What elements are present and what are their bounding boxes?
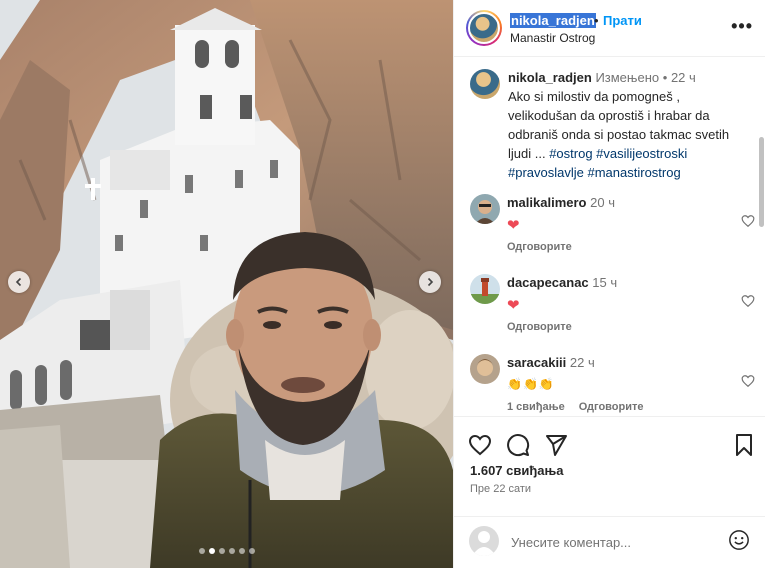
comment-username[interactable]: dacapecanac	[507, 275, 589, 290]
author-username[interactable]: nikola_radjen	[510, 13, 596, 28]
carousel-dot	[228, 548, 235, 554]
save-bookmark-icon[interactable]	[732, 433, 756, 457]
comment-username[interactable]: saracakiii	[507, 355, 566, 370]
carousel-dot	[208, 548, 215, 554]
share-icon[interactable]	[544, 433, 568, 457]
post-side-panel: nikola_radjen • Прати Manastir Ostrog ••…	[453, 0, 765, 568]
carousel-next-button[interactable]	[419, 271, 441, 293]
post-location[interactable]: Manastir Ostrog	[510, 31, 595, 45]
like-comment-icon[interactable]	[741, 214, 755, 228]
comment-username[interactable]: malikalimero	[507, 195, 587, 210]
likes-count[interactable]: 1.607 свиђања	[470, 463, 564, 478]
comment-time[interactable]: 15 ч	[592, 275, 617, 290]
reply-button[interactable]: Одговорите	[507, 321, 572, 333]
comment-likes-count[interactable]: 1 свиђање	[507, 401, 565, 413]
post-timestamp: Пре 22 сати	[470, 483, 532, 495]
author-avatar[interactable]	[466, 10, 502, 46]
carousel-dot	[238, 548, 245, 554]
comments-section: nikola_radjen Измењено • 22 ч Ako si mil…	[454, 57, 765, 415]
emoji-icon[interactable]	[728, 529, 750, 551]
caption-time[interactable]: 22 ч	[671, 70, 696, 85]
follow-button[interactable]: Прати	[603, 13, 642, 28]
current-user-avatar	[469, 526, 499, 556]
chevron-right-icon	[427, 277, 434, 287]
comment-input[interactable]	[509, 529, 723, 555]
post-actions: 1.607 свиђања Пре 22 сати	[454, 416, 765, 517]
like-icon[interactable]	[468, 433, 492, 457]
comment-avatar[interactable]	[470, 194, 500, 224]
comment-avatar[interactable]	[470, 354, 500, 384]
separator-dot: •	[594, 13, 599, 28]
carousel-indicator	[0, 548, 453, 554]
like-comment-icon[interactable]	[741, 374, 755, 388]
post-header: nikola_radjen • Прати Manastir Ostrog ••…	[454, 0, 765, 57]
caption-avatar[interactable]	[470, 69, 500, 99]
chevron-left-icon	[15, 277, 22, 287]
caption-edited: Измењено	[595, 70, 660, 85]
carousel-dot	[248, 548, 255, 554]
like-comment-icon[interactable]	[741, 294, 755, 308]
heart-icon: ❤	[507, 217, 520, 234]
photo-image	[0, 0, 453, 568]
heart-icon: ❤	[507, 297, 520, 314]
comment-item: saracakiii 22 ч 👏👏👏 1 свиђање Одговорите	[470, 354, 755, 415]
carousel-prev-button[interactable]	[8, 271, 30, 293]
comment-item: dacapecanac 15 ч ❤ Одговорите	[470, 274, 755, 344]
carousel-dot	[218, 548, 225, 554]
caption-separator: •	[662, 70, 668, 85]
comment-item: malikalimero 20 ч ❤ Одговорите	[470, 194, 755, 264]
comment-avatar[interactable]	[470, 274, 500, 304]
clap-icon: 👏👏👏	[507, 377, 555, 391]
reply-button[interactable]: Одговорите	[579, 401, 644, 413]
comments-scrollbar[interactable]	[759, 137, 764, 227]
add-comment-bar	[454, 516, 765, 569]
comment-time[interactable]: 22 ч	[570, 355, 595, 370]
comment-time[interactable]: 20 ч	[590, 195, 615, 210]
post-caption: nikola_radjen Измењено • 22 ч Ako si mil…	[470, 68, 750, 182]
post-window: nikola_radjen • Прати Manastir Ostrog ••…	[0, 0, 765, 568]
more-options-icon[interactable]: •••	[731, 16, 753, 37]
carousel-dot	[198, 548, 205, 554]
caption-username[interactable]: nikola_radjen	[508, 70, 592, 85]
reply-button[interactable]: Одговорите	[507, 241, 572, 253]
comment-icon[interactable]	[506, 433, 530, 457]
post-photo[interactable]	[0, 0, 453, 568]
